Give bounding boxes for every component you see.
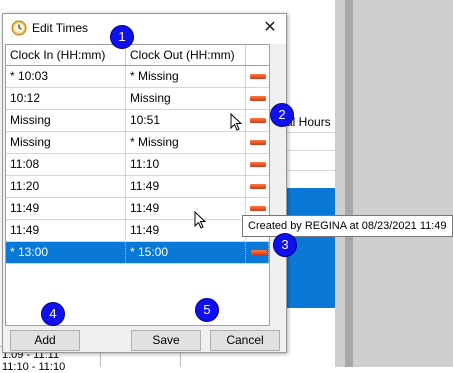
callout-1: 1 — [110, 25, 134, 49]
clock-out-cell[interactable]: 10:51 — [126, 110, 246, 131]
clock-in-cell[interactable]: Missing — [6, 132, 126, 153]
clock-in-cell[interactable]: * 10:03 — [6, 66, 126, 87]
table-row[interactable]: 11:20 11:49 — [6, 176, 269, 198]
clock-in-cell[interactable]: 11:49 — [6, 220, 126, 241]
clock-in-cell[interactable]: 11:49 — [6, 198, 126, 219]
clock-in-cell[interactable]: * 13:00 — [6, 242, 126, 263]
table-row[interactable]: 11:49 11:49 — [6, 198, 269, 220]
background-grid — [286, 0, 338, 367]
add-button[interactable]: Add — [10, 330, 80, 351]
background-gridline — [286, 150, 338, 151]
clock-out-cell[interactable]: Missing — [126, 88, 246, 109]
table-row[interactable]: 11:08 11:10 — [6, 154, 269, 176]
column-header-action — [246, 45, 269, 65]
delete-row-icon[interactable] — [250, 184, 266, 189]
column-header-clock-out[interactable]: Clock Out (HH:mm) — [126, 45, 246, 65]
action-cell — [246, 88, 269, 109]
action-cell — [246, 176, 269, 197]
times-grid: Clock In (HH:mm) Clock Out (HH:mm) * 10:… — [5, 44, 270, 326]
action-cell — [246, 132, 269, 153]
background-scrollbar[interactable] — [345, 0, 353, 367]
dialog-titlebar: Edit Times ✕ — [3, 14, 286, 44]
table-row[interactable]: 10:12 Missing — [6, 88, 269, 110]
table-row[interactable]: 11:49 11:49 — [6, 220, 269, 242]
table-row[interactable]: Missing * Missing — [6, 132, 269, 154]
action-cell — [246, 110, 269, 131]
close-button[interactable]: ✕ — [258, 17, 282, 39]
delete-row-icon[interactable] — [251, 250, 267, 255]
clock-out-cell[interactable]: * Missing — [126, 66, 246, 87]
action-cell — [246, 66, 269, 87]
edit-times-dialog: Edit Times ✕ Clock In (HH:mm) Clock Out … — [2, 13, 287, 353]
clock-in-cell[interactable]: Missing — [6, 110, 126, 131]
cancel-button[interactable]: Cancel — [210, 330, 280, 351]
callout-3: 3 — [273, 233, 297, 257]
action-cell — [246, 154, 269, 175]
background-gridline — [286, 132, 338, 133]
delete-row-icon[interactable] — [250, 162, 266, 167]
callout-2: 2 — [270, 103, 294, 127]
callout-4: 4 — [41, 302, 65, 326]
mouse-pointer-icon — [230, 113, 243, 131]
clock-in-cell[interactable]: 11:20 — [6, 176, 126, 197]
delete-row-icon[interactable] — [250, 206, 266, 211]
save-button[interactable]: Save — [131, 330, 201, 351]
background-gridline — [286, 170, 338, 171]
clock-in-cell[interactable]: 11:08 — [6, 154, 126, 175]
clock-out-cell[interactable]: * Missing — [126, 132, 246, 153]
table-row[interactable]: * 13:00 * 15:00 — [6, 242, 269, 264]
clock-out-cell[interactable]: 11:49 — [126, 198, 246, 219]
mouse-pointer-icon — [194, 211, 207, 229]
row-tooltip: Created by REGINA at 08/23/2021 11:49 — [242, 215, 453, 237]
background-row-text: 11:10 - 11:10 — [2, 361, 66, 373]
delete-row-icon[interactable] — [250, 96, 266, 101]
delete-row-icon[interactable] — [250, 140, 266, 145]
delete-row-icon[interactable] — [250, 118, 266, 123]
clock-icon — [11, 20, 27, 36]
close-icon: ✕ — [263, 19, 277, 36]
grid-header: Clock In (HH:mm) Clock Out (HH:mm) — [6, 45, 269, 66]
table-row[interactable]: * 10:03 * Missing — [6, 66, 269, 88]
clock-out-cell[interactable]: 11:49 — [126, 176, 246, 197]
clock-out-cell[interactable]: * 15:00 — [126, 242, 246, 263]
delete-row-icon[interactable] — [250, 74, 266, 79]
dialog-title: Edit Times — [32, 21, 89, 35]
clock-in-cell[interactable]: 10:12 — [6, 88, 126, 109]
callout-5: 5 — [195, 298, 219, 322]
clock-out-cell[interactable]: 11:10 — [126, 154, 246, 175]
action-cell — [246, 242, 269, 263]
column-header-clock-in[interactable]: Clock In (HH:mm) — [6, 45, 126, 65]
clock-out-cell[interactable]: 11:49 — [126, 220, 246, 241]
